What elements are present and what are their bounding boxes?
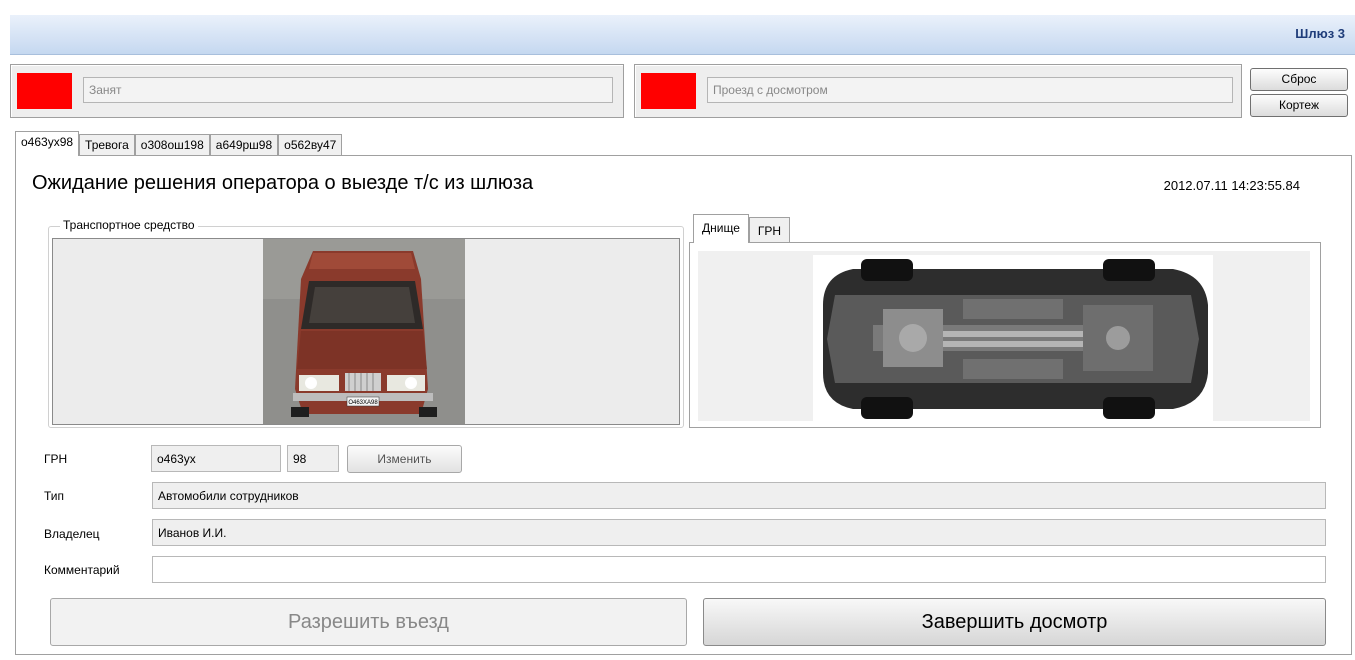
vehicle-photo-frame: О463ХА98 <box>52 238 680 425</box>
owner-label: Владелец <box>44 527 100 541</box>
vehicle-plate-text: О463ХА98 <box>348 400 378 406</box>
type-field: Автомобили сотрудников <box>152 482 1326 509</box>
underbody-background <box>698 251 1310 421</box>
tab-vehicle-2[interactable]: о308ош198 <box>134 134 210 156</box>
occupancy-indicator <box>17 73 72 109</box>
comment-input[interactable] <box>152 556 1326 583</box>
allow-entry-button[interactable]: Разрешить въезд <box>50 598 687 646</box>
grn-label: ГРН <box>44 452 68 466</box>
tab-vehicle-4[interactable]: о562ву47 <box>278 134 343 156</box>
underbody-image <box>813 255 1213 421</box>
vehicle-groupbox-label: Транспортное средство <box>60 218 198 232</box>
window-header: Шлюз 3 <box>10 15 1355 55</box>
tab-vehicle-3[interactable]: а649рш98 <box>209 134 279 156</box>
passage-indicator <box>641 73 696 109</box>
status-panel-passage: Проезд с досмотром <box>634 64 1242 118</box>
page-title: Ожидание решения оператора о выезде т/с … <box>32 172 534 194</box>
vehicle-photo: О463ХА98 <box>263 239 465 424</box>
cortege-button[interactable]: Кортеж <box>1250 94 1348 117</box>
owner-field: Иванов И.И. <box>152 519 1326 546</box>
tab-plate[interactable]: ГРН <box>748 217 791 243</box>
tab-vehicle-1[interactable]: о463ух98 <box>15 131 80 156</box>
region-input[interactable]: 98 <box>287 445 339 472</box>
image-subtabs: Днище ГРН <box>693 214 791 243</box>
event-timestamp: 2012.07.11 14:23:55.84 <box>1163 178 1300 193</box>
grn-input[interactable]: о463ух <box>151 445 281 472</box>
tab-alarm[interactable]: Тревога <box>79 134 135 156</box>
gateway-title: Шлюз 3 <box>1295 26 1345 41</box>
comment-label: Комментарий <box>44 563 120 577</box>
change-button[interactable]: Изменить <box>347 445 462 473</box>
tab-underbody[interactable]: Днище <box>693 214 749 243</box>
reset-button[interactable]: Сброс <box>1250 68 1348 91</box>
type-label: Тип <box>44 489 65 503</box>
passage-mode-field: Проезд с досмотром <box>707 77 1233 103</box>
underbody-frame <box>689 242 1321 428</box>
finish-inspection-button[interactable]: Завершить досмотр <box>703 598 1326 646</box>
occupancy-status-field: Занят <box>83 77 613 103</box>
status-panel-occupancy: Занят <box>10 64 624 118</box>
vehicle-tabs: о463ух98 Тревога о308ош198 а649рш98 о562… <box>15 131 343 156</box>
